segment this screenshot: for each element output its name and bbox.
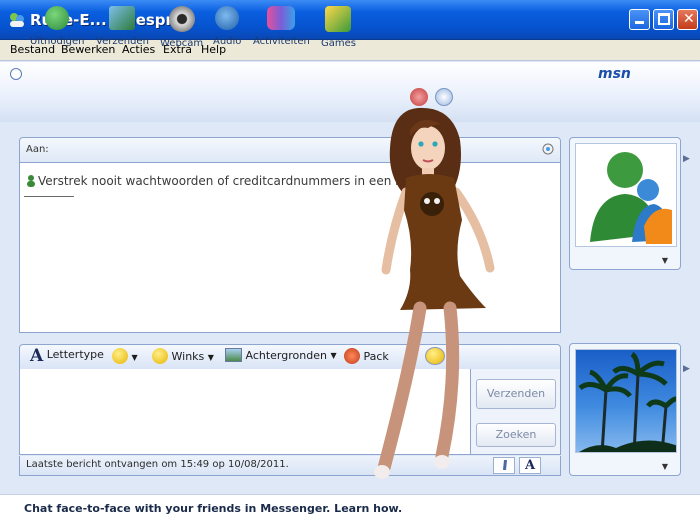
conversation-window: Rude-E... - Gesprek ✕ Bestand Bewerken A…: [0, 0, 700, 525]
my-display-picture[interactable]: ▼: [569, 343, 681, 476]
maximize-button[interactable]: [653, 9, 674, 30]
palm-trees-image: [575, 349, 677, 453]
palm-trees-picture: [578, 351, 676, 452]
contact-display-picture[interactable]: ▼: [569, 137, 681, 270]
msn-buddy-icon: [576, 144, 676, 246]
warning-person-icon: [27, 175, 35, 187]
activities-button[interactable]: Activiteiten: [253, 6, 310, 47]
invite-icon: [45, 6, 70, 30]
font-icon: A: [30, 346, 44, 366]
messenger-icon: [10, 13, 24, 27]
close-button[interactable]: ✕: [677, 9, 698, 30]
audio-icon: [215, 6, 240, 30]
chevron-down-icon: ▼: [131, 353, 138, 362]
font-button[interactable]: A Lettertype: [30, 346, 104, 366]
chevron-down-icon[interactable]: ▼: [662, 256, 668, 265]
msn-logo: msn: [598, 66, 631, 82]
to-label: Aan:: [26, 144, 49, 155]
text-tab-icon[interactable]: A: [519, 457, 541, 474]
games-button[interactable]: Games: [321, 6, 356, 49]
winks-button[interactable]: Winks ▼: [152, 348, 214, 367]
collapse-toolbar-button[interactable]: [10, 68, 22, 80]
games-icon: [325, 6, 352, 32]
chevron-down-icon[interactable]: ▼: [662, 462, 668, 471]
avatar-figure: [374, 107, 495, 479]
backgrounds-icon: [225, 348, 242, 362]
divider: [24, 196, 74, 197]
last-message-status: Laatste bericht ontvangen om 15:49 op 10…: [26, 459, 289, 470]
minimize-button[interactable]: [629, 9, 650, 30]
chevron-right-icon[interactable]: ▶: [683, 364, 690, 374]
chevron-right-icon[interactable]: ▶: [683, 154, 690, 164]
msn-buddy-image: [575, 143, 677, 247]
backgrounds-button[interactable]: Achtergronden ▼: [225, 348, 337, 365]
chevron-down-icon: ▼: [330, 351, 337, 360]
emoticon-button[interactable]: ▼: [112, 348, 138, 367]
send-files-icon: [109, 6, 136, 30]
webcam-button[interactable]: Webcam: [160, 6, 203, 49]
chevron-down-icon: ▼: [207, 353, 214, 362]
winks-icon: [152, 348, 168, 364]
contact-card-icon[interactable]: [540, 142, 556, 158]
webcam-icon: [168, 6, 195, 32]
send-files-button[interactable]: Verzenden: [96, 6, 149, 47]
emoticon-icon: [112, 348, 128, 364]
activities-icon: [267, 6, 296, 30]
advertisement-text[interactable]: Chat face-to-face with your friends in M…: [24, 502, 402, 515]
audio-button[interactable]: Audio: [213, 6, 241, 47]
invite-button[interactable]: Uitnodigen: [30, 6, 84, 47]
